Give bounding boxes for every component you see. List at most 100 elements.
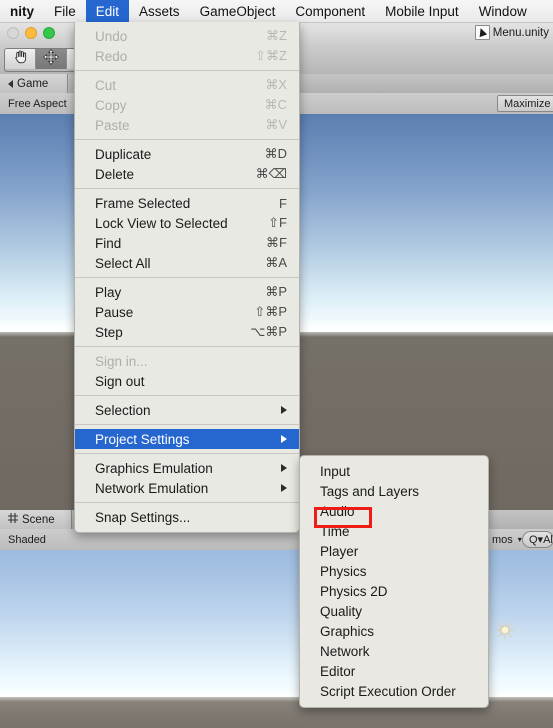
submenu-item-time[interactable]: Time [300, 521, 488, 541]
submenu-item-player-label: Player [320, 543, 359, 559]
menubar-item-edit[interactable]: Edit [85, 0, 130, 22]
submenu-item-audio[interactable]: Audio [300, 501, 488, 521]
menu-item-play-label: Play [95, 284, 122, 300]
menu-item-step-label: Step [95, 324, 123, 340]
menu-item-select-all[interactable]: Select All ⌘A [75, 253, 299, 273]
menu-separator [75, 346, 299, 347]
menu-separator [75, 424, 299, 425]
active-scene-label-group: Menu.unity [474, 25, 549, 40]
submenu-item-network-label: Network [320, 643, 370, 659]
menu-item-paste[interactable]: Paste ⌘V [75, 115, 299, 135]
submenu-item-graphics[interactable]: Graphics [300, 621, 488, 641]
menu-item-project-settings[interactable]: Project Settings [75, 429, 299, 449]
menubar-item-mobile-input[interactable]: Mobile Input [375, 0, 469, 22]
tab-scene[interactable]: Scene [0, 510, 72, 529]
menu-item-snap-settings[interactable]: Snap Settings... [75, 507, 299, 527]
menu-separator [75, 188, 299, 189]
tab-scene-label: Scene [22, 513, 55, 526]
submenu-item-script-execution-order[interactable]: Script Execution Order [300, 681, 488, 701]
menu-item-find[interactable]: Find ⌘F [75, 233, 299, 253]
menu-item-selection-label: Selection [95, 402, 151, 418]
menu-item-selection[interactable]: Selection [75, 400, 299, 420]
macos-menu-bar: nity File Edit Assets GameObject Compone… [0, 0, 553, 23]
menu-item-duplicate-label: Duplicate [95, 146, 152, 162]
close-button[interactable] [7, 27, 19, 39]
menu-item-sign-in[interactable]: Sign in... [75, 351, 299, 371]
menu-item-frame-selected-label: Frame Selected [95, 195, 191, 211]
menu-item-sign-out-label: Sign out [95, 373, 145, 389]
menu-item-duplicate-shortcut: ⌘D [264, 146, 287, 161]
hand-tool-button[interactable] [5, 49, 36, 69]
submenu-item-physics[interactable]: Physics [300, 561, 488, 581]
zoom-button[interactable] [43, 27, 55, 39]
submenu-item-tags-and-layers[interactable]: Tags and Layers [300, 481, 488, 501]
submenu-item-input[interactable]: Input [300, 461, 488, 481]
menu-item-network-emulation[interactable]: Network Emulation [75, 478, 299, 498]
menubar-item-assets[interactable]: Assets [129, 0, 190, 22]
menu-item-lock-view-to-selected-shortcut: ⇧F [268, 215, 287, 230]
submenu-item-physics-2d[interactable]: Physics 2D [300, 581, 488, 601]
edit-dropdown-menu: Undo ⌘Z Redo ⇧⌘Z Cut ⌘X Copy ⌘C Paste ⌘V… [74, 22, 300, 533]
menu-item-lock-view-to-selected[interactable]: Lock View to Selected ⇧F [75, 213, 299, 233]
menu-separator [75, 395, 299, 396]
menu-item-redo-shortcut: ⇧⌘Z [255, 48, 287, 63]
submenu-item-editor-label: Editor [320, 663, 356, 679]
menu-separator [75, 139, 299, 140]
menu-item-pause-shortcut: ⇧⌘P [254, 304, 287, 319]
submenu-item-time-label: Time [320, 523, 350, 539]
menubar-item-component[interactable]: Component [285, 0, 375, 22]
tab-game[interactable]: Game [0, 74, 68, 93]
menubar-item-unity[interactable]: nity [0, 0, 44, 22]
menu-separator [75, 502, 299, 503]
menu-item-duplicate[interactable]: Duplicate ⌘D [75, 144, 299, 164]
shading-mode-dropdown[interactable]: Shaded [2, 531, 52, 548]
menu-item-redo[interactable]: Redo ⇧⌘Z [75, 46, 299, 66]
submenu-item-audio-label: Audio [320, 503, 355, 519]
submenu-item-quality[interactable]: Quality [300, 601, 488, 621]
menu-item-cut[interactable]: Cut ⌘X [75, 75, 299, 95]
menu-item-frame-selected[interactable]: Frame Selected F [75, 193, 299, 213]
directional-light-gizmo-icon[interactable] [495, 620, 515, 640]
menu-separator [75, 277, 299, 278]
menu-separator [75, 453, 299, 454]
menu-item-copy[interactable]: Copy ⌘C [75, 95, 299, 115]
menubar-item-file[interactable]: File [44, 0, 86, 22]
menubar-item-window[interactable]: Window [469, 0, 537, 22]
menu-item-sign-out[interactable]: Sign out [75, 371, 299, 391]
scene-search-input[interactable]: Q▾All [522, 531, 553, 548]
menu-item-pause[interactable]: Pause ⇧⌘P [75, 302, 299, 322]
menubar-item-gameobject[interactable]: GameObject [190, 0, 286, 22]
move-tool-button[interactable] [36, 49, 67, 69]
menu-item-undo-label: Undo [95, 28, 128, 44]
menu-item-play-shortcut: ⌘P [265, 284, 287, 299]
unity-editor-screenshot: nity File Edit Assets GameObject Compone… [0, 0, 553, 728]
menu-item-play[interactable]: Play ⌘P [75, 282, 299, 302]
submenu-item-physics-label: Physics [320, 563, 367, 579]
submenu-item-network[interactable]: Network [300, 641, 488, 661]
chevron-right-icon [281, 484, 287, 492]
chevron-right-icon [281, 406, 287, 414]
gizmos-label: mos [492, 533, 513, 546]
submenu-item-player[interactable]: Player [300, 541, 488, 561]
submenu-item-editor[interactable]: Editor [300, 661, 488, 681]
menu-item-project-settings-label: Project Settings [95, 431, 190, 447]
maximize-on-play-toggle[interactable]: Maximize o [497, 95, 553, 112]
submenu-item-input-label: Input [320, 463, 351, 479]
menu-item-snap-settings-label: Snap Settings... [95, 509, 191, 525]
minimize-button[interactable] [25, 27, 37, 39]
menu-separator [75, 70, 299, 71]
aspect-ratio-dropdown[interactable]: Free Aspect [2, 95, 73, 112]
submenu-item-tags-and-layers-label: Tags and Layers [320, 483, 420, 499]
tab-game-label: Game [17, 77, 49, 90]
submenu-item-physics-2d-label: Physics 2D [320, 583, 388, 599]
menu-item-delete[interactable]: Delete ⌘⌫ [75, 164, 299, 184]
unity-logo-icon [474, 25, 490, 40]
menu-item-graphics-emulation[interactable]: Graphics Emulation [75, 458, 299, 478]
menu-item-frame-selected-shortcut: F [279, 195, 287, 211]
menu-item-undo[interactable]: Undo ⌘Z [75, 26, 299, 46]
menu-item-pause-label: Pause [95, 304, 134, 320]
menu-item-step-shortcut: ⌥⌘P [250, 324, 287, 339]
menu-item-step[interactable]: Step ⌥⌘P [75, 322, 299, 342]
menu-item-paste-label: Paste [95, 117, 130, 133]
chevron-right-icon [281, 435, 287, 443]
